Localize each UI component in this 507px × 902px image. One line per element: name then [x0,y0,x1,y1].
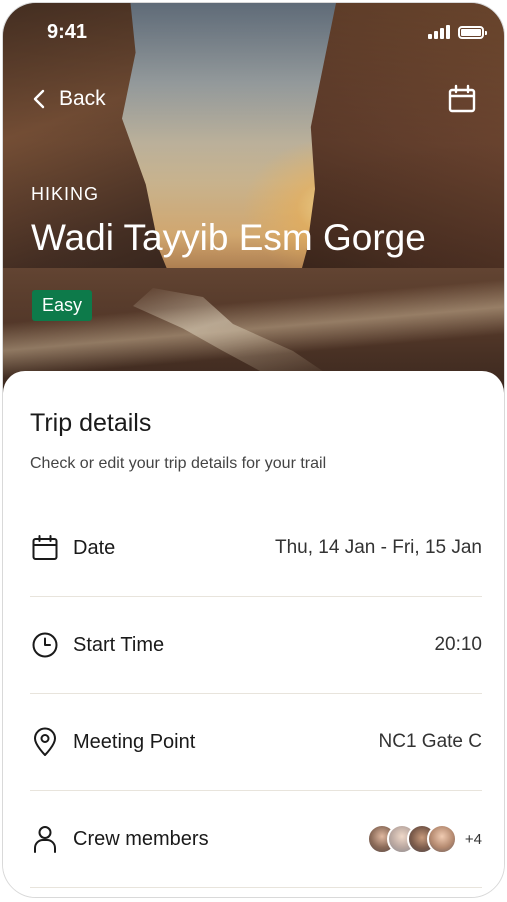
calendar-icon [448,84,476,113]
back-button[interactable]: Back [33,87,106,111]
avatar [426,824,457,854]
crew-avatars[interactable]: +4 [366,824,482,854]
meeting-point-label: Meeting Point [73,730,196,753]
start-time-row[interactable]: Start Time 20:10 [30,597,482,694]
status-time: 9:41 [47,21,88,43]
trip-details-sheet: Trip details Check or edit your trip det… [3,371,504,897]
difficulty-badge: Easy [32,290,93,321]
meeting-point-value: NC1 Gate C [378,731,482,752]
back-label: Back [59,87,106,110]
signal-icon [428,25,450,39]
date-label: Date [73,536,116,559]
crew-more-count: +4 [464,830,482,848]
calendar-button[interactable] [446,83,478,115]
chevron-left-icon [33,89,45,109]
battery-icon [458,25,487,39]
trail-category: HIKING [31,184,100,204]
section-title: Trip details [30,409,152,437]
start-time-value: 20:10 [434,634,482,655]
person-icon [30,824,60,854]
section-subtitle: Check or edit your trip details for your… [30,455,327,472]
crew-members-label: Crew members [73,827,209,850]
status-icons [428,25,487,39]
trail-title: Wadi Tayyib Esm Gorge [31,217,426,258]
clock-icon [30,630,60,660]
hero-image: 9:41 Back HIKING Wadi Tayyib Esm Gorge E… [3,3,504,408]
start-time-label: Start Time [73,633,165,656]
calendar-icon [30,533,60,563]
date-value: Thu, 14 Jan - Fri, 15 Jan [275,537,482,558]
status-bar: 9:41 [3,21,504,47]
meeting-point-row[interactable]: Meeting Point NC1 Gate C [30,694,482,791]
crew-members-row[interactable]: Crew members +4 [30,791,482,888]
date-row[interactable]: Date Thu, 14 Jan - Fri, 15 Jan [30,500,482,597]
phone-screen: 9:41 Back HIKING Wadi Tayyib Esm Gorge E… [2,2,505,898]
location-pin-icon [30,727,60,757]
